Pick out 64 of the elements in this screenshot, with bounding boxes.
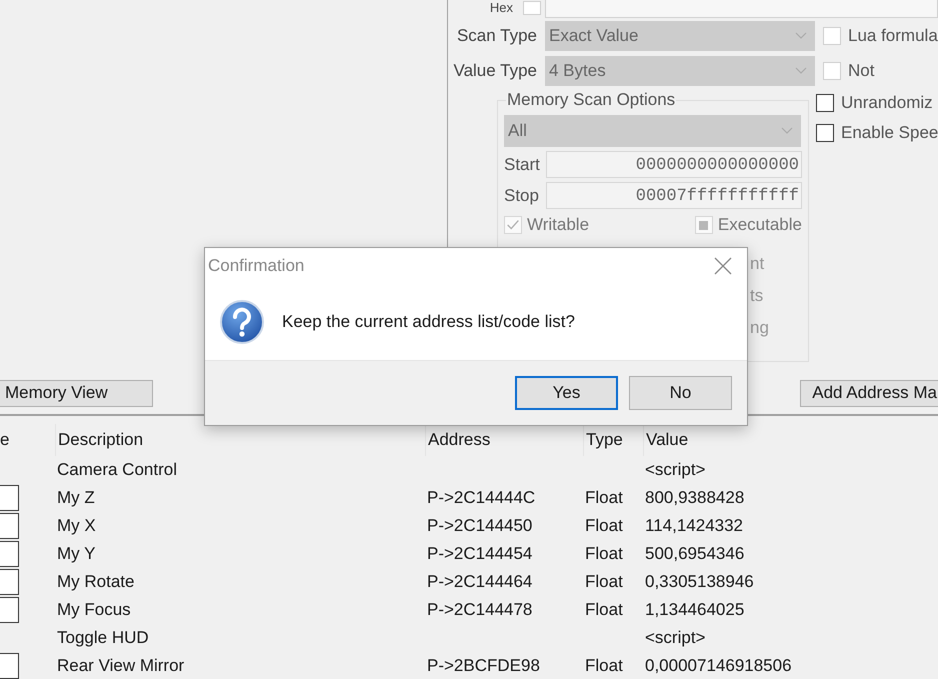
option-label: Unrandomiz bbox=[841, 93, 933, 113]
description-cell-text: My Y bbox=[56, 544, 96, 564]
option-label: Enable Spee bbox=[841, 123, 938, 143]
value-type-label: Value Type bbox=[452, 61, 537, 81]
dialog-message: Keep the current address list/code list? bbox=[282, 312, 575, 332]
region-dropdown[interactable]: All bbox=[504, 115, 801, 147]
address-cell-text: P->2C144478 bbox=[426, 600, 534, 620]
value-type-dropdown[interactable]: 4 Bytes bbox=[545, 56, 815, 86]
checkbox[interactable] bbox=[816, 124, 834, 142]
stop-label: Stop bbox=[504, 186, 540, 206]
scan-type-dropdown[interactable]: Exact Value bbox=[545, 21, 815, 51]
chevron-icon bbox=[795, 32, 807, 40]
type-cell-text: Float bbox=[584, 600, 624, 620]
lua-formula-label: Lua formula bbox=[848, 26, 938, 46]
close-icon[interactable] bbox=[714, 257, 732, 275]
question-icon bbox=[219, 299, 265, 345]
memory-view-button[interactable]: Memory View bbox=[0, 380, 153, 406]
dialog-button[interactable]: No bbox=[629, 376, 732, 410]
value-cell-text: 800,9388428 bbox=[644, 488, 746, 508]
type-cell-text: Float bbox=[584, 488, 624, 508]
description-cell-text: My Rotate bbox=[56, 572, 136, 592]
flag-label: Writable bbox=[527, 215, 590, 235]
value-cell-text: 0,3305138946 bbox=[644, 572, 755, 592]
description-cell-text: Rear View Mirror bbox=[56, 656, 186, 676]
description-cell-text: Camera Control bbox=[56, 460, 178, 480]
scan-type-label: Scan Type bbox=[456, 26, 537, 46]
flag-label: Executable bbox=[718, 215, 802, 235]
hex-checkbox[interactable] bbox=[523, 1, 541, 15]
option-label: nt bbox=[750, 253, 766, 275]
type-cell-text: Float bbox=[584, 656, 624, 676]
add-address-button[interactable]: Add Address Ma bbox=[800, 380, 938, 406]
value-cell-text: 0,00007146918506 bbox=[644, 656, 793, 676]
value-cell-text: 1,134464025 bbox=[644, 600, 746, 620]
group-title: Memory Scan Options bbox=[506, 90, 676, 110]
dialog-title: Confirmation bbox=[208, 256, 304, 276]
description-cell-text: My Focus bbox=[56, 600, 132, 620]
chevron-icon bbox=[795, 67, 807, 75]
stop-address-field[interactable]: 00007fffffffffff bbox=[546, 182, 802, 209]
dialog-button[interactable]: Yes bbox=[515, 376, 618, 410]
not-label: Not bbox=[848, 61, 874, 81]
option-label: ts bbox=[750, 285, 764, 307]
description-cell-text: Toggle HUD bbox=[56, 628, 150, 648]
value-cell-text: 114,1424332 bbox=[644, 516, 744, 536]
type-cell-text: Float bbox=[584, 572, 624, 592]
address-cell-text: P->2C144450 bbox=[426, 516, 534, 536]
description-cell-text: My X bbox=[56, 516, 97, 536]
start-address-field[interactable]: 0000000000000000 bbox=[546, 151, 802, 178]
start-label: Start bbox=[504, 154, 541, 174]
address-cell-text: P->2BCFDE98 bbox=[426, 656, 541, 676]
address-cell-text: P->2C144454 bbox=[426, 544, 534, 564]
value-cell-text: <script> bbox=[644, 460, 706, 480]
option-label: ng bbox=[750, 317, 770, 339]
address-cell-text: P->2C14444C bbox=[426, 488, 536, 508]
value-cell-text: <script> bbox=[644, 628, 706, 648]
value-cell-text: 500,6954346 bbox=[644, 544, 746, 564]
type-cell-text: Float bbox=[584, 516, 624, 536]
hex-label: Hex bbox=[488, 0, 513, 16]
description-cell-text: My Z bbox=[56, 488, 96, 508]
type-cell-text: Float bbox=[584, 544, 624, 564]
scan-value-field[interactable] bbox=[545, 0, 938, 18]
address-cell-text: P->2C144464 bbox=[426, 572, 534, 592]
column-header[interactable]: e bbox=[0, 424, 55, 456]
checkbox[interactable] bbox=[816, 94, 834, 112]
chevron-icon bbox=[781, 127, 793, 135]
